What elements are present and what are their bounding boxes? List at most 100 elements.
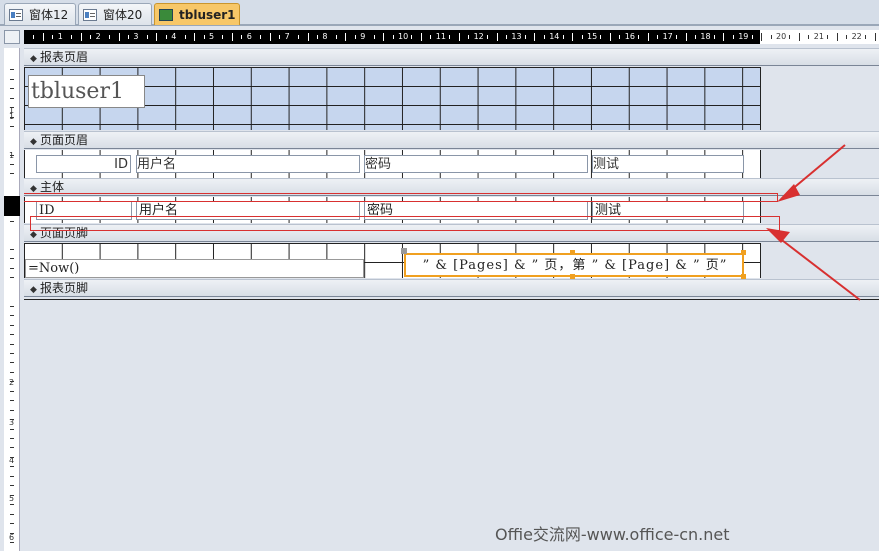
ruler-tick	[713, 35, 715, 39]
vruler-tick	[10, 277, 14, 279]
ruler-tick	[231, 33, 233, 41]
vruler-tick	[10, 523, 14, 525]
ruler-tick	[827, 35, 829, 39]
ruler-tick	[335, 35, 337, 39]
ruler-number: 14	[549, 32, 560, 41]
vruler-tick	[10, 249, 14, 250]
vruler-tick	[10, 494, 14, 496]
vruler-selection-marker	[4, 196, 20, 216]
vruler-tick	[10, 97, 14, 99]
footer-date-field[interactable]: =Now()	[25, 259, 364, 278]
ruler-tick	[194, 33, 196, 41]
ruler-tick	[543, 35, 545, 39]
ruler-tick	[420, 33, 422, 41]
ruler-tick	[865, 35, 867, 39]
ruler-number: 15	[587, 32, 598, 41]
ruler-tick	[373, 35, 375, 39]
vruler-tick	[10, 267, 14, 269]
ruler-tick	[638, 35, 640, 39]
section-title: 报表页眉	[40, 50, 89, 64]
resize-handle[interactable]	[570, 250, 575, 255]
ruler-tick	[496, 33, 498, 41]
section-arrow-icon: ◆	[30, 137, 37, 147]
tab-label: 窗体20	[103, 8, 143, 22]
annotation-box-top	[24, 193, 778, 202]
ruler-tick	[146, 35, 148, 39]
ruler-tick	[808, 35, 810, 39]
section-title: 主体	[40, 180, 65, 194]
ruler-tick	[761, 33, 763, 41]
report-selector[interactable]	[4, 30, 20, 44]
tab-label: 窗体12	[29, 8, 69, 22]
vruler-tick	[10, 513, 14, 515]
ruler-tick	[392, 35, 394, 39]
form-icon	[9, 8, 23, 21]
vruler-number: 2	[9, 378, 15, 387]
vruler-tick	[10, 78, 14, 80]
ruler-number: 11	[435, 32, 446, 41]
ruler-tick	[619, 35, 621, 39]
tab-form-12[interactable]: 窗体12	[4, 3, 76, 25]
vruler-tick	[10, 419, 14, 421]
ruler-tick	[345, 33, 347, 41]
tab-report-tbluser1[interactable]: tbluser1	[154, 3, 240, 25]
vruler-tick	[10, 116, 14, 118]
header-label-username[interactable]: 用户名	[136, 155, 360, 173]
ruler-number: 16	[624, 32, 635, 41]
tab-label: tbluser1	[179, 7, 236, 22]
ruler-number: 22	[851, 32, 862, 41]
move-handle[interactable]	[401, 248, 407, 254]
vruler-tick	[10, 126, 14, 128]
header-label-test[interactable]: 测试	[592, 155, 744, 173]
ruler-tick	[33, 35, 35, 39]
ruler-tick	[354, 35, 356, 39]
ruler-number: 18	[700, 32, 711, 41]
vruler-tick	[10, 324, 14, 326]
header-label-password[interactable]: 密码	[364, 155, 588, 173]
vruler-tick	[10, 447, 14, 449]
vruler-tick	[10, 428, 14, 430]
ruler-tick	[789, 35, 791, 39]
ruler-tick	[203, 35, 205, 39]
report-icon	[159, 8, 173, 21]
vruler-tick	[10, 343, 14, 345]
ruler-tick	[90, 35, 92, 39]
vruler-tick	[10, 466, 14, 468]
ruler-tick	[383, 33, 385, 41]
vruler-tick	[10, 258, 14, 260]
vruler-tick	[10, 107, 14, 109]
resize-handle[interactable]	[741, 250, 746, 255]
vruler-tick	[10, 305, 14, 307]
vertical-ruler[interactable]: 11123456	[4, 48, 20, 551]
vruler-tick	[10, 456, 14, 458]
ruler-number: 17	[662, 32, 673, 41]
ruler-tick	[42, 33, 44, 41]
ruler-tick	[279, 35, 281, 39]
ruler-tick	[468, 35, 470, 39]
document-tab-bar: 窗体12 窗体20 tbluser1	[0, 0, 879, 26]
ruler-number: 20	[776, 32, 787, 41]
ruler-tick	[184, 35, 186, 39]
header-label-id[interactable]: ID	[36, 155, 131, 173]
vruler-tick	[10, 485, 14, 487]
horizontal-ruler[interactable]: 1 2 3 4 5 6 7 8 9 10 11 12 13 14 15 16 17 18 19 20 21 22	[24, 30, 879, 44]
ruler-tick	[534, 33, 536, 41]
section-bar-report-header[interactable]: ◆ 报表页眉	[24, 48, 879, 66]
ruler-number: 19	[738, 32, 749, 41]
ruler-tick	[316, 35, 318, 39]
annotation-box-bottom	[30, 216, 780, 231]
vruler-tick	[10, 88, 14, 90]
report-title-label[interactable]: tbluser1	[28, 75, 145, 108]
vruler-tick	[10, 438, 14, 439]
vruler-tick	[10, 154, 14, 156]
ruler-tick	[798, 33, 800, 41]
tab-form-20[interactable]: 窗体20	[78, 3, 152, 25]
ruler-tick	[846, 35, 848, 39]
ruler-number: 10	[398, 32, 409, 41]
ruler-tick	[269, 33, 271, 41]
ruler-tick	[657, 35, 659, 39]
vruler-tick	[10, 315, 14, 317]
vruler-tick	[10, 220, 14, 222]
section-title: 报表页脚	[40, 281, 89, 295]
section-arrow-icon: ◆	[30, 54, 37, 64]
